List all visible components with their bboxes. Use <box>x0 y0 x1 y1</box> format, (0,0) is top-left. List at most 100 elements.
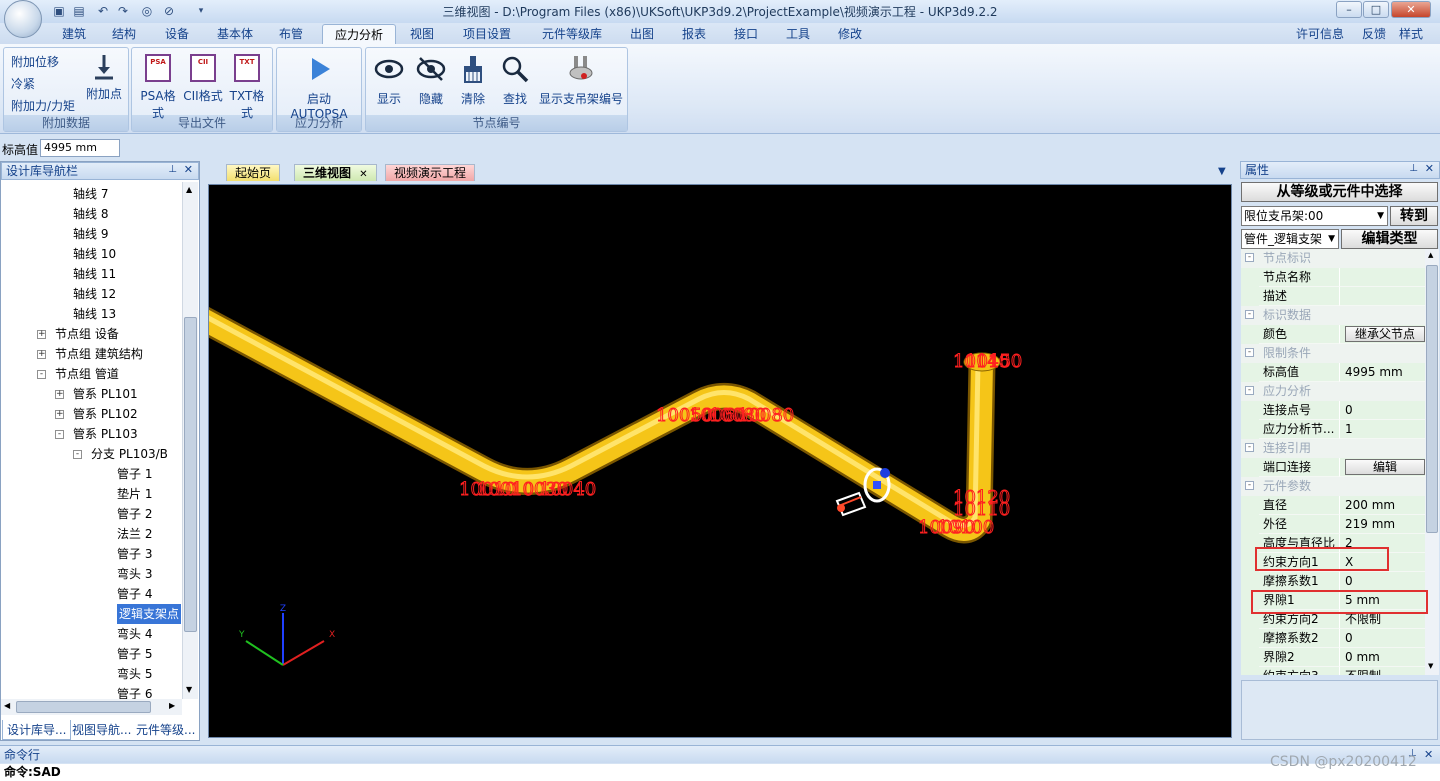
property-row[interactable]: 界隙2 0 mm <box>1241 648 1425 667</box>
tab-report[interactable]: 报表 <box>670 24 718 44</box>
property-value[interactable]: 0 <box>1339 401 1425 420</box>
property-row[interactable]: 连接点号 0 <box>1241 401 1425 420</box>
collapse-icon[interactable]: - <box>1245 348 1254 357</box>
tree-item[interactable]: 管系 PL101 <box>73 384 138 404</box>
level-input[interactable]: 4995 mm <box>40 139 120 157</box>
tab-modify[interactable]: 修改 <box>826 24 874 44</box>
support-type-combo[interactable]: 限位支吊架:00 ▼ <box>1241 206 1388 226</box>
3d-viewport[interactable]: Z X Y 10010 10010 10030 10040 10050 10060 1008… <box>208 184 1232 738</box>
property-value[interactable]: 继承父节点 <box>1339 325 1425 344</box>
command-line-output[interactable]: 命令:SAD <box>0 764 1440 781</box>
tree-item[interactable]: 节点组 设备 <box>55 324 119 344</box>
tab-stress-analysis[interactable]: 应力分析 <box>322 24 397 44</box>
tree-item[interactable]: 垫片 1 <box>117 484 152 504</box>
minimize-button[interactable]: – <box>1336 1 1362 18</box>
property-value[interactable]: 编辑 <box>1339 458 1425 477</box>
tab-list-dropdown-icon[interactable]: ▼ <box>1218 166 1226 177</box>
tab-tools[interactable]: 工具 <box>774 24 822 44</box>
scroll-thumb[interactable] <box>184 317 197 632</box>
application-menu-button[interactable] <box>4 0 42 38</box>
scroll-right-icon[interactable]: ▶ <box>169 701 175 710</box>
property-row[interactable]: 描述 <box>1241 287 1425 306</box>
scroll-left-icon[interactable]: ◀ <box>4 701 10 710</box>
property-row[interactable]: 端口连接 编辑 <box>1241 458 1425 477</box>
attach-point-button[interactable]: 附加点 <box>84 52 124 102</box>
tree-item[interactable]: 弯头 3 <box>117 564 152 584</box>
cold-spring-button[interactable]: 冷紧 <box>11 75 35 92</box>
close-button[interactable]: ✕ <box>1391 1 1431 18</box>
property-value[interactable]: 0 <box>1339 572 1425 591</box>
property-value[interactable]: 0 mm <box>1339 648 1425 667</box>
property-value-button[interactable]: 编辑 <box>1345 459 1425 475</box>
property-row[interactable]: 颜色 继承父节点 <box>1241 325 1425 344</box>
goto-button[interactable]: 转到 <box>1390 206 1438 226</box>
property-category[interactable]: 连接引用 - <box>1241 439 1425 458</box>
tree-horizontal-scrollbar[interactable]: ◀ ▶ <box>1 699 182 715</box>
select-from-spec-button[interactable]: 从等级或元件中选择 <box>1241 182 1438 202</box>
property-value[interactable]: 不限制 <box>1339 667 1425 675</box>
tree-item[interactable]: 弯头 5 <box>117 664 152 684</box>
property-row[interactable]: 标高值 4995 mm <box>1241 363 1425 382</box>
tab-view[interactable]: 视图 <box>398 24 446 44</box>
tree-item[interactable]: 节点组 建筑结构 <box>55 344 143 364</box>
tree-item[interactable]: 管系 PL103 <box>73 424 138 444</box>
tree-item[interactable]: 管子 1 <box>117 464 152 484</box>
tree-item[interactable]: 法兰 2 <box>117 524 152 544</box>
component-type-combo[interactable]: 管件_逻辑支架 ▼ <box>1241 229 1339 249</box>
tab-equipment[interactable]: 设备 <box>153 24 201 44</box>
scroll-thumb[interactable] <box>1426 265 1438 533</box>
property-value[interactable]: 1 <box>1339 420 1425 439</box>
property-row[interactable]: 外径 219 mm <box>1241 515 1425 534</box>
property-value[interactable]: 219 mm <box>1339 515 1425 534</box>
tree-item[interactable]: 轴线 12 <box>73 284 116 304</box>
collapse-icon[interactable]: - <box>1245 253 1254 262</box>
property-value[interactable]: 200 mm <box>1339 496 1425 515</box>
expand-icon[interactable]: + <box>55 410 64 419</box>
export-psa-button[interactable]: PSA PSA格式 <box>136 54 180 121</box>
close-panel-icon[interactable]: ✕ <box>184 162 193 178</box>
expand-icon[interactable]: + <box>55 390 64 399</box>
property-value[interactable] <box>1339 268 1425 287</box>
property-value-button[interactable]: 继承父节点 <box>1345 326 1425 342</box>
tree-item[interactable]: 管子 5 <box>117 644 152 664</box>
property-category[interactable]: 标识数据 - <box>1241 306 1425 325</box>
run-autopsa-button[interactable]: 启动AUTOPSA <box>279 54 359 121</box>
pin-icon[interactable]: ⊥ <box>168 162 177 178</box>
tree-item[interactable]: 管子 3 <box>117 544 152 564</box>
tree-item[interactable]: 轴线 10 <box>73 244 116 264</box>
tab-piping[interactable]: 布管 <box>267 24 315 44</box>
property-value[interactable]: 0 <box>1339 629 1425 648</box>
show-node-number-button[interactable]: 显示 <box>371 54 407 107</box>
tab-3d-view[interactable]: 三维视图 ✕ <box>294 164 377 181</box>
maximize-button[interactable]: □ <box>1363 1 1389 18</box>
collapse-icon[interactable]: - <box>1245 443 1254 452</box>
collapse-icon[interactable]: - <box>73 450 82 459</box>
attach-displacement-button[interactable]: 附加位移 <box>11 53 59 70</box>
tab-structure[interactable]: 结构 <box>100 24 148 44</box>
tab-component-library[interactable]: 元件等级... <box>132 720 199 740</box>
collapse-icon[interactable]: - <box>55 430 64 439</box>
find-node-button[interactable]: 查找 <box>497 54 533 107</box>
clear-node-number-button[interactable]: 清除 <box>455 54 491 107</box>
export-cii-button[interactable]: CII CII格式 <box>182 54 224 104</box>
tab-feedback[interactable]: 反馈 <box>1362 24 1386 44</box>
scroll-up-icon[interactable]: ▲ <box>186 185 192 194</box>
property-row[interactable]: 约束方向3 不限制 <box>1241 667 1425 675</box>
tree-item[interactable]: 轴线 7 <box>73 184 108 204</box>
collapse-icon[interactable]: - <box>1245 310 1254 319</box>
tab-project-settings[interactable]: 项目设置 <box>451 24 523 44</box>
property-row[interactable]: 应力分析节... 1 <box>1241 420 1425 439</box>
tree-item[interactable]: 管子 6 <box>117 684 152 700</box>
property-category[interactable]: 节点标识 - <box>1241 249 1425 268</box>
property-value[interactable]: 4995 mm <box>1339 363 1425 382</box>
expand-icon[interactable]: + <box>37 350 46 359</box>
tab-design-library[interactable]: 设计库导... <box>2 720 72 740</box>
tree-item[interactable]: 分支 PL103/B <box>91 444 168 464</box>
expand-icon[interactable]: + <box>37 330 46 339</box>
tree-view[interactable]: 轴线 7 轴线 8 轴线 9 轴线 10 轴线 11 轴线 12 轴线 13 + 节点组 设备 +… <box>1 181 182 700</box>
tree-item[interactable]: 轴线 9 <box>73 224 108 244</box>
property-row[interactable]: 摩擦系数2 0 <box>1241 629 1425 648</box>
tab-start-page[interactable]: 起始页 <box>226 164 281 181</box>
tree-item[interactable]: 逻辑支架点 <box>117 604 182 624</box>
tab-primitive[interactable]: 基本体 <box>205 24 265 44</box>
